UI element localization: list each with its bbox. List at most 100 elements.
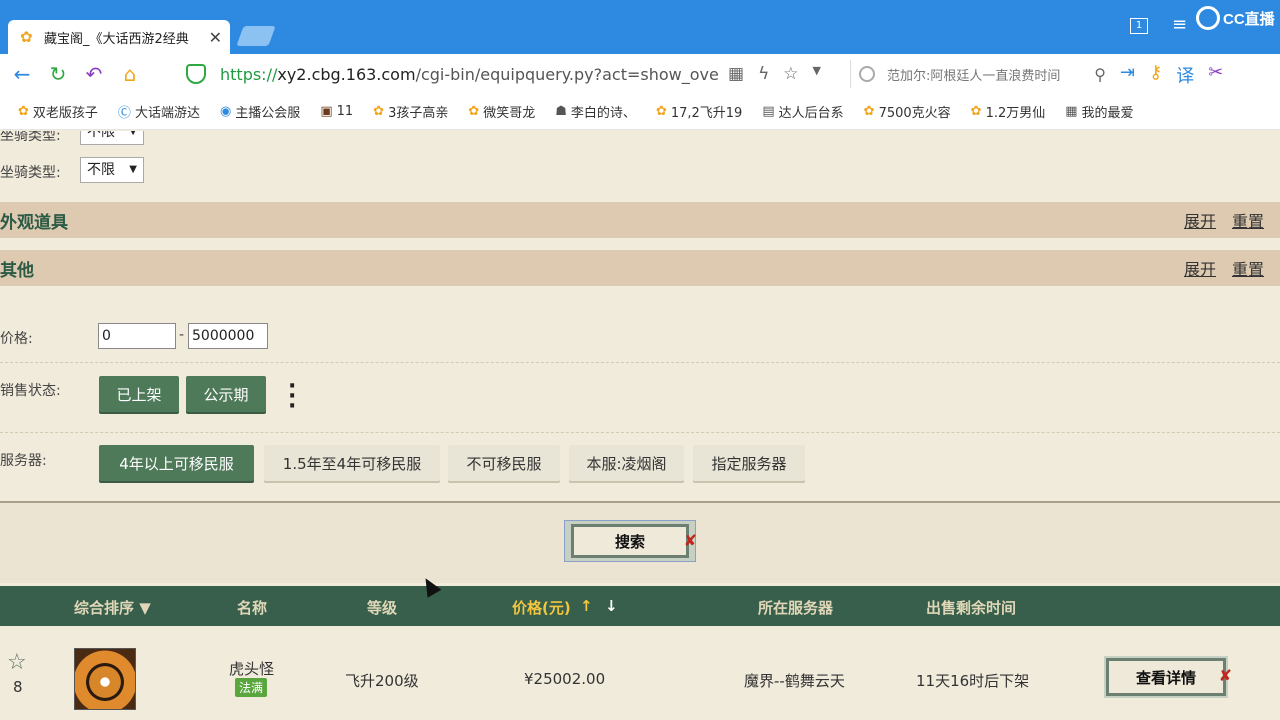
- home-icon[interactable]: ⌂: [116, 60, 144, 88]
- undo-icon[interactable]: ↶: [80, 60, 108, 88]
- server-1.5y-button[interactable]: 1.5年至4年可移民服: [264, 445, 440, 481]
- bookmark-item[interactable]: Ⓒ 大话端游达: [118, 102, 200, 121]
- divider: [0, 432, 1280, 433]
- search-input[interactable]: 范加尔:阿根廷人一直浪费时间: [887, 65, 1090, 84]
- server-4y-button[interactable]: 4年以上可移民服: [99, 445, 254, 481]
- browser-tab-active[interactable]: ✿ 藏宝阁_《大话西游2经典 ✕: [8, 20, 230, 54]
- server-specify-button[interactable]: 指定服务器: [693, 445, 805, 481]
- view-details-button[interactable]: 查看详情 ✘: [1104, 656, 1232, 698]
- price-max-input[interactable]: 5000000: [188, 323, 268, 349]
- ornament-icon: ✘: [683, 531, 697, 550]
- poem-icon: ☗: [555, 104, 567, 119]
- chevron-down-icon: ▼: [129, 131, 137, 137]
- item-avatar[interactable]: [74, 648, 136, 710]
- bookmark-item[interactable]: ☗ 李白的诗、: [555, 102, 636, 121]
- header-server: 所在服务器: [758, 599, 834, 617]
- server-local-button[interactable]: 本服:凌烟阁: [569, 445, 684, 481]
- status-listed-button[interactable]: 已上架: [99, 376, 179, 412]
- section-title: 其他: [0, 260, 34, 281]
- header-level: 等级: [367, 599, 398, 617]
- favorite-count: 8: [13, 678, 23, 696]
- bookmarks-bar: ✿ 双老版孩子 Ⓒ 大话端游达 ◉ 主播公会服 ▣ 11 ✿ 3孩子高亲 ✿ 微笑哥龙 ☗ 李…: [0, 94, 1280, 130]
- game-icon: ▣: [320, 104, 333, 119]
- reset-link[interactable]: 重置: [1232, 208, 1264, 232]
- bookmark-item[interactable]: ◉ 主播公会服: [220, 102, 300, 121]
- item-name[interactable]: 虎头怪: [229, 658, 274, 679]
- server-nonmigrate-button[interactable]: 不可移民服: [448, 445, 560, 481]
- c-icon: Ⓒ: [117, 106, 131, 121]
- chick-icon: ✿: [468, 104, 480, 119]
- address-bar[interactable]: https://xy2.cbg.163.com/cgi-bin/equipque…: [180, 58, 830, 90]
- sort-desc-icon[interactable]: ↓: [605, 597, 618, 615]
- divider: [0, 362, 1280, 363]
- url-text[interactable]: https://xy2.cbg.163.com/cgi-bin/equipque…: [220, 65, 720, 84]
- star-icon[interactable]: ☆: [783, 64, 798, 84]
- key-icon[interactable]: ⚷: [1149, 62, 1162, 88]
- price-min-input[interactable]: 0: [98, 323, 176, 349]
- table-row: ☆ 8 虎头怪 法满 飞升200级 ¥25002.00 魔界--鹤舞云天 11天…: [0, 626, 1280, 720]
- ornament-icon: ✘: [1218, 666, 1232, 685]
- item-time-left: 11天16时后下架: [916, 672, 1030, 690]
- bird-icon: ◉: [219, 104, 232, 119]
- back-icon[interactable]: ←: [8, 60, 36, 88]
- menu-icon[interactable]: ≡: [1172, 14, 1187, 35]
- favorite-star-icon[interactable]: ☆: [7, 650, 27, 675]
- expand-link[interactable]: 展开: [1184, 208, 1216, 232]
- translate-icon[interactable]: 译: [1176, 62, 1194, 88]
- cc-logo-text: CC直播: [1223, 10, 1275, 28]
- bookmark-item[interactable]: ✿ 1.2万男仙: [971, 102, 1046, 121]
- scissors-icon[interactable]: ✂: [1208, 62, 1223, 88]
- qr-icon[interactable]: ▦: [728, 64, 744, 84]
- reset-link[interactable]: 重置: [1232, 256, 1264, 280]
- bookmark-item[interactable]: ✿ 微笑哥龙: [468, 102, 535, 121]
- sort-dropdown[interactable]: 综合排序 ▼: [74, 597, 151, 618]
- header-name: 名称: [237, 599, 268, 617]
- search-icon[interactable]: ⚲: [1094, 65, 1106, 84]
- chick-icon: ✿: [373, 104, 385, 119]
- bookmark-item[interactable]: ▦ 我的最爱: [1065, 102, 1133, 121]
- chick-icon: ✿: [655, 104, 667, 119]
- chevron-down-icon[interactable]: ▼: [813, 64, 821, 84]
- browser-tab-bar: ✿ 藏宝阁_《大话西游2经典 ✕ 1 ≡ CC直播: [0, 0, 1280, 54]
- tab-title: 藏宝阁_《大话西游2经典: [44, 31, 189, 47]
- bookmark-item[interactable]: ▣ 11: [320, 104, 353, 119]
- mount-type-select[interactable]: 不限 ▼: [80, 157, 144, 183]
- bookmark-item[interactable]: ✿ 双老版孩子: [18, 102, 98, 121]
- bookmark-item[interactable]: ▤ 达人后台系: [762, 102, 843, 121]
- item-tag: 法满: [235, 678, 268, 697]
- lightning-icon[interactable]: ϟ: [758, 64, 769, 84]
- item-price: ¥25002.00: [524, 670, 606, 688]
- chick-icon: ✿: [970, 104, 982, 119]
- chevron-down-icon: ▼: [129, 164, 137, 175]
- cc-live-logo: CC直播: [1196, 6, 1275, 30]
- secure-shield-icon: [186, 64, 206, 84]
- mount-type-label: 坐骑类型:: [0, 131, 61, 144]
- item-level: 飞升200级: [345, 672, 419, 690]
- section-other: 其他 展开 重置: [0, 250, 1280, 286]
- refresh-icon[interactable]: ↻: [44, 60, 72, 88]
- search-engine-icon: [859, 66, 875, 82]
- close-icon[interactable]: ✕: [209, 28, 222, 47]
- status-public-button[interactable]: 公示期: [186, 376, 266, 412]
- search-box[interactable]: 范加尔:阿根廷人一直浪费时间 ⚲: [850, 60, 1106, 88]
- grid-icon: ▦: [1065, 104, 1078, 119]
- chick-icon: ✿: [18, 104, 29, 119]
- doc-icon: ▤: [762, 104, 775, 119]
- bookmark-item[interactable]: ✿ 7500克火容: [864, 102, 951, 121]
- tab-count-icon[interactable]: 1: [1130, 18, 1148, 34]
- header-price[interactable]: 价格(元): [512, 597, 571, 618]
- mount-type-label: 坐骑类型:: [0, 165, 61, 181]
- search-button[interactable]: 搜索 ✘: [564, 520, 697, 562]
- login-icon[interactable]: ⇥: [1120, 62, 1135, 88]
- expand-link[interactable]: 展开: [1184, 256, 1216, 280]
- more-options-icon[interactable]: · · ·: [288, 376, 296, 418]
- mount-type-select[interactable]: 不限 ▼: [80, 131, 144, 145]
- chick-icon: ✿: [863, 104, 875, 119]
- new-tab-button[interactable]: [236, 26, 276, 46]
- sort-asc-icon[interactable]: ↑: [580, 597, 593, 615]
- bookmark-item[interactable]: ✿ 17,2飞升19: [656, 102, 742, 121]
- section-appearance: 外观道具 展开 重置: [0, 202, 1280, 238]
- item-server: 魔界--鹤舞云天: [744, 672, 845, 690]
- sale-status-label: 销售状态:: [0, 383, 61, 399]
- bookmark-item[interactable]: ✿ 3孩子高亲: [373, 102, 448, 121]
